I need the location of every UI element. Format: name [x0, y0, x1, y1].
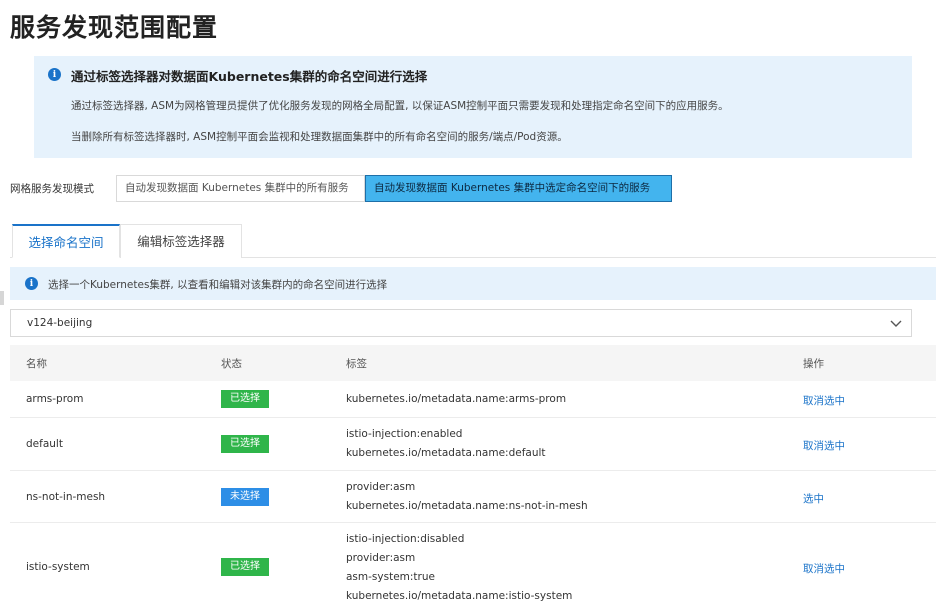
table-row: arms-prom 已选择 kubernetes.io/metadata.nam…	[10, 381, 936, 418]
labels-cell: kubernetes.io/metadata.name:arms-prom	[346, 390, 566, 409]
status-badge: 已选择	[221, 435, 269, 453]
table-row: istio-system 已选择 istio-injection:disable…	[10, 523, 936, 614]
cluster-notice: i 选择一个Kubernetes集群, 以查看和编辑对该集群内的命名空间进行选择	[10, 267, 936, 300]
table-row: default 已选择 istio-injection:enabled kube…	[10, 418, 936, 471]
labels-cell: provider:asm kubernetes.io/metadata.name…	[346, 478, 588, 516]
info-icon: i	[25, 277, 38, 290]
header-name: 名称	[26, 358, 47, 370]
status-badge: 未选择	[221, 488, 269, 506]
cluster-select[interactable]: v124-beijing	[10, 309, 912, 337]
table-row: ns-not-in-mesh 未选择 provider:asm kubernet…	[10, 471, 936, 523]
header-action: 操作	[803, 358, 824, 370]
status-cell: 已选择	[221, 435, 269, 453]
select-link[interactable]: 选中	[803, 491, 824, 506]
status-badge: 已选择	[221, 390, 269, 408]
info-title: 通过标签选择器对数据面Kubernetes集群的命名空间进行选择	[71, 69, 428, 84]
info-description-1: 通过标签选择器, ASM为网格管理员提供了优化服务发现的网格全局配置, 以保证A…	[71, 100, 729, 112]
status-cell: 已选择	[221, 390, 269, 408]
chevron-down-icon	[890, 320, 902, 327]
namespace-table: 名称 状态 标签 操作 arms-prom 已选择 kubernetes.io/…	[10, 345, 936, 614]
mode-option-selected-namespaces[interactable]: 自动发现数据面 Kubernetes 集群中选定命名空间下的服务	[365, 175, 672, 202]
label-line: istio-injection:disabled	[346, 533, 465, 545]
header-status: 状态	[221, 358, 242, 370]
discovery-mode-label: 网格服务发现模式	[10, 183, 94, 195]
namespace-name: default	[26, 438, 63, 450]
table-header: 名称 状态 标签 操作	[10, 345, 936, 381]
info-description-2: 当删除所有标签选择器时, ASM控制平面会监视和处理数据面集群中的所有命名空间的…	[71, 131, 568, 143]
unselect-link[interactable]: 取消选中	[803, 561, 845, 576]
labels-cell: istio-injection:disabled provider:asm as…	[346, 530, 572, 606]
label-line: kubernetes.io/metadata.name:arms-prom	[346, 393, 567, 405]
cluster-notice-text: 选择一个Kubernetes集群, 以查看和编辑对该集群内的命名空间进行选择	[48, 279, 388, 291]
edge-marker	[0, 291, 4, 305]
tab-select-namespace[interactable]: 选择命名空间	[12, 224, 120, 258]
status-cell: 未选择	[221, 488, 269, 506]
label-line: kubernetes.io/metadata.name:ns-not-in-me…	[346, 500, 588, 512]
info-box: i 通过标签选择器对数据面Kubernetes集群的命名空间进行选择 通过标签选…	[34, 56, 912, 158]
label-line: kubernetes.io/metadata.name:istio-system	[346, 590, 573, 602]
cluster-select-value: v124-beijing	[27, 317, 93, 329]
status-cell: 已选择	[221, 558, 269, 576]
label-line: asm-system:true	[346, 571, 435, 583]
label-line: provider:asm	[346, 481, 416, 493]
label-line: istio-injection:enabled	[346, 428, 463, 440]
status-badge: 已选择	[221, 558, 269, 576]
info-icon: i	[48, 68, 61, 81]
labels-cell: istio-injection:enabled kubernetes.io/me…	[346, 425, 546, 463]
unselect-link[interactable]: 取消选中	[803, 438, 845, 453]
tab-edit-label-selector[interactable]: 编辑标签选择器	[120, 224, 242, 258]
unselect-link[interactable]: 取消选中	[803, 393, 845, 408]
mode-option-all-services[interactable]: 自动发现数据面 Kubernetes 集群中的所有服务	[116, 175, 365, 202]
label-line: kubernetes.io/metadata.name:default	[346, 447, 546, 459]
label-line: provider:asm	[346, 552, 416, 564]
header-labels: 标签	[346, 358, 367, 370]
page-title: 服务发现范围配置	[10, 13, 219, 42]
namespace-name: arms-prom	[26, 393, 84, 405]
namespace-name: istio-system	[26, 561, 90, 573]
tab-bar: 选择命名空间 编辑标签选择器	[10, 224, 936, 258]
namespace-name: ns-not-in-mesh	[26, 491, 106, 503]
